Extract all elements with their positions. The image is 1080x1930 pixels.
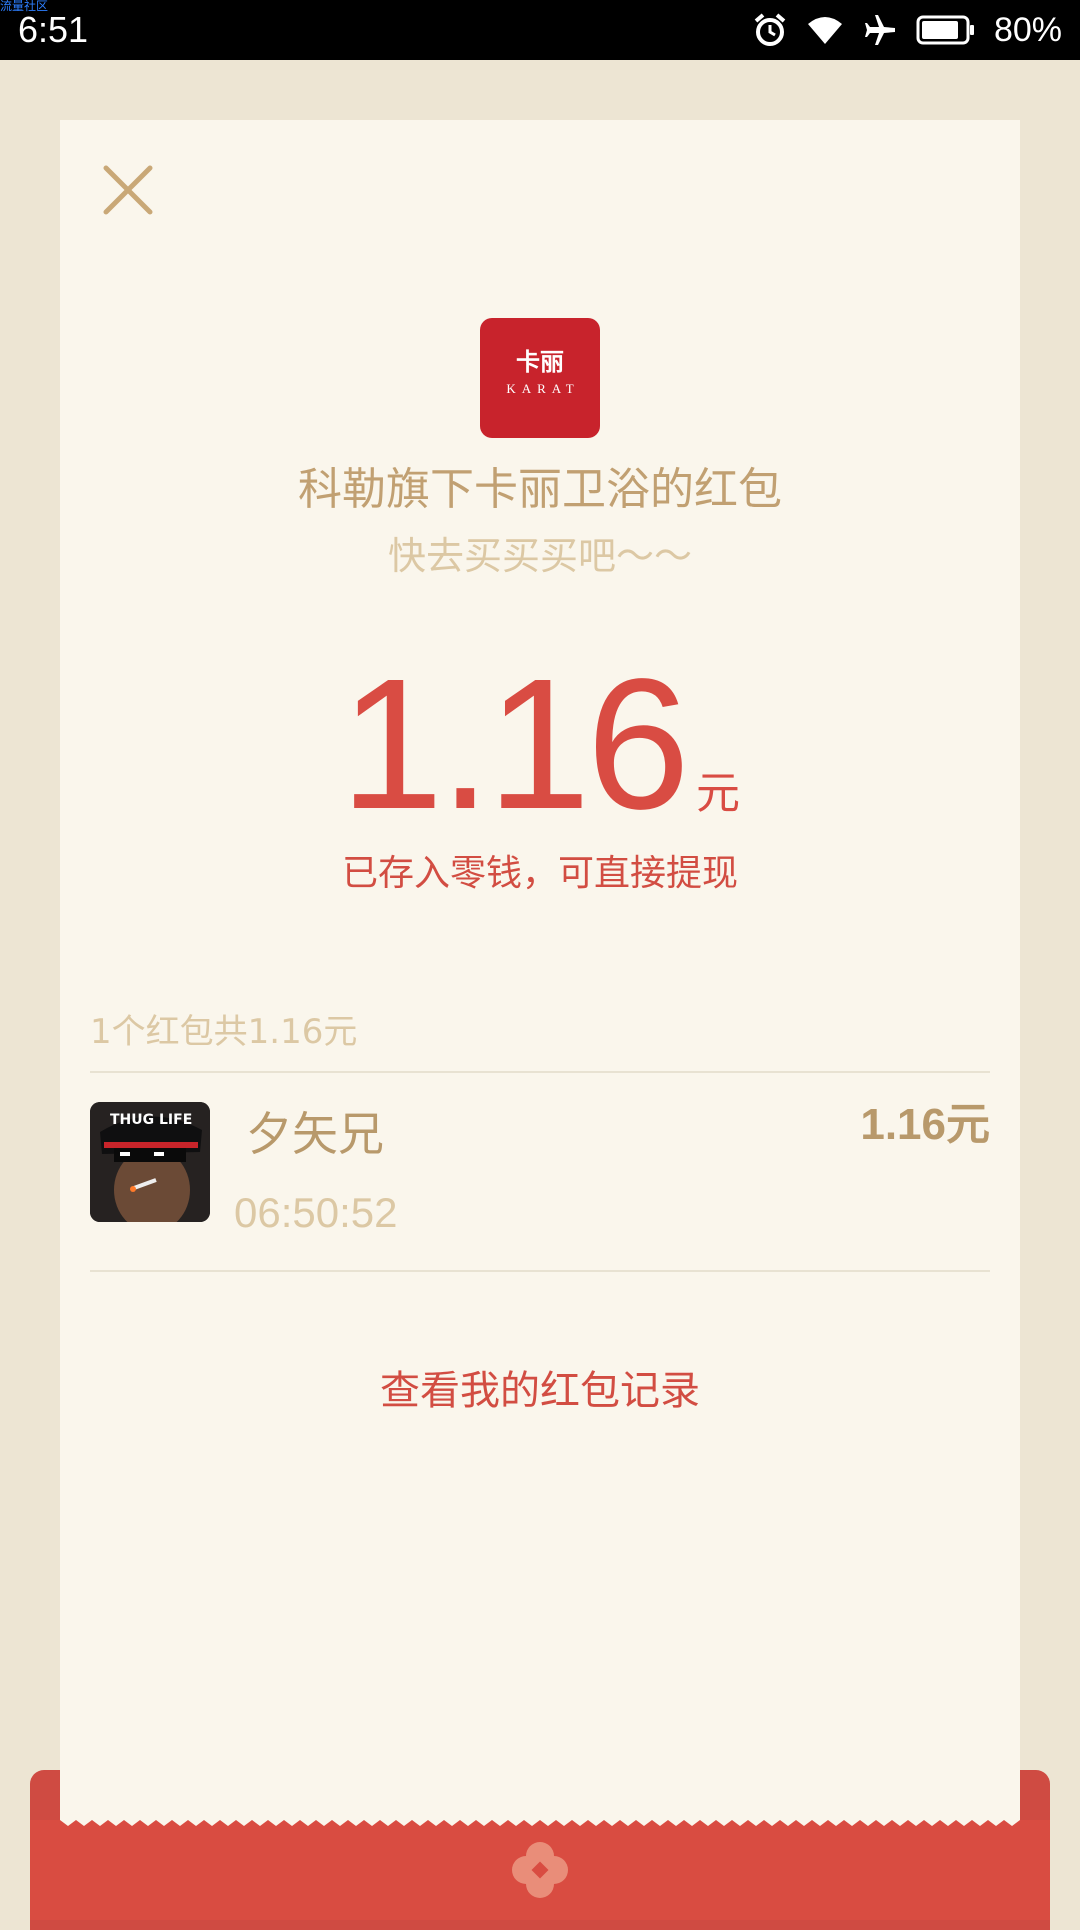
status-icons: 80% xyxy=(752,8,1062,52)
status-time: 6:51 xyxy=(18,9,89,50)
record-amount: 1.16元 xyxy=(860,1100,990,1149)
battery-percentage: 80% xyxy=(993,10,1062,49)
record-sender-name: 夕矢兄 xyxy=(246,1107,384,1161)
brand-logo: 卡丽 KARAT xyxy=(480,318,600,438)
divider-bottom xyxy=(90,1270,990,1272)
card-torn-edge xyxy=(60,1812,1020,1826)
record-time: 06:50:52 xyxy=(234,1189,398,1236)
view-my-records-link[interactable]: 查看我的红包记录 xyxy=(60,1366,1020,1416)
sender-title: 科勒旗下卡丽卫浴的红包 xyxy=(298,464,782,515)
avatar[interactable]: THUG LIFE xyxy=(90,1102,210,1222)
amount-unit: 元 xyxy=(696,768,740,819)
brand-logo-en: KARAT xyxy=(506,381,580,396)
wifi-icon xyxy=(806,14,844,46)
packet-summary: 1个红包共1.16元 xyxy=(90,1012,358,1052)
battery-icon xyxy=(916,14,976,46)
status-bar: 流量社区 6:51 80% xyxy=(0,0,1080,60)
envelope-flower-icon xyxy=(510,1840,570,1900)
wish-text: 快去买买买吧～～ xyxy=(387,534,692,578)
list-item[interactable]: THUG LIFE 夕矢兄 06:50:52 1.16元 xyxy=(90,1074,990,1270)
brand-logo-cn: 卡丽 xyxy=(516,347,564,376)
alarm-icon xyxy=(752,12,788,48)
airplane-icon xyxy=(862,12,898,48)
close-icon[interactable] xyxy=(100,162,156,218)
amount-display: 1.16 元 xyxy=(60,650,1020,840)
stored-note: 已存入零钱，可直接提现 xyxy=(341,853,738,894)
amount-value: 1.16 xyxy=(339,641,690,848)
divider-top xyxy=(90,1071,990,1073)
avatar-text: THUG LIFE xyxy=(110,1112,192,1128)
